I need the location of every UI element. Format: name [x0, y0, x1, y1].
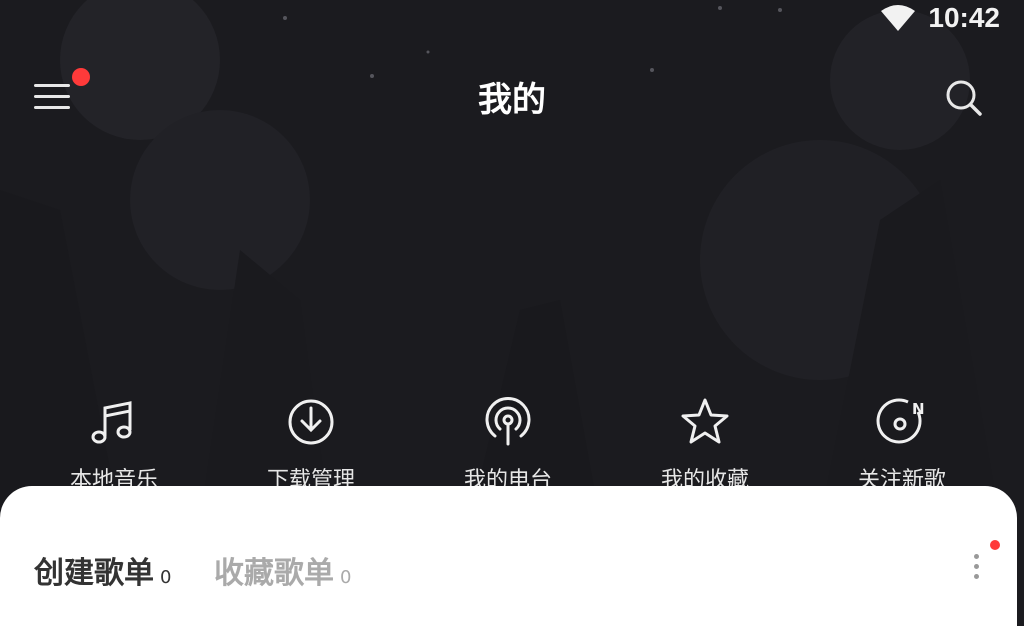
new-song-icon: N: [876, 398, 925, 444]
shortcut-download-manager[interactable]: 下载管理: [231, 394, 391, 494]
svg-text:N: N: [912, 400, 925, 418]
tab-count: 0: [160, 567, 172, 588]
shortcut-follow-new-songs[interactable]: N 关注新歌: [822, 394, 982, 494]
playlist-sheet: 创建歌单 0 收藏歌单 0: [0, 486, 1017, 626]
status-time: 10:42: [928, 2, 1000, 33]
search-button[interactable]: [942, 76, 986, 120]
top-app-bar: 我的: [0, 62, 1024, 132]
shortcut-local-music[interactable]: 本地音乐: [34, 394, 194, 494]
download-icon: [288, 399, 334, 445]
tab-collected-playlists[interactable]: 收藏歌单 0: [214, 548, 351, 592]
status-bar: 10:42: [880, 0, 1000, 36]
wifi-icon: [881, 5, 916, 31]
star-icon: [681, 398, 729, 444]
tab-created-playlists[interactable]: 创建歌单 0: [34, 548, 171, 592]
shortcut-my-radio[interactable]: 我的电台: [428, 394, 588, 494]
tab-label: 收藏歌单: [214, 556, 334, 591]
more-options-button[interactable]: [962, 548, 992, 588]
tab-count: 0: [340, 567, 352, 588]
notification-badge: [990, 540, 1000, 550]
page-title: 我的: [478, 80, 546, 120]
radio-icon: [485, 397, 531, 446]
shortcut-row: 本地音乐 下载管理 我的电台 我的收藏 N 关注新歌: [0, 394, 1024, 494]
search-icon: [946, 80, 982, 116]
tab-label: 创建歌单: [34, 556, 154, 591]
music-note-icon: [91, 401, 132, 444]
shortcut-my-favorites[interactable]: 我的收藏: [625, 394, 785, 494]
